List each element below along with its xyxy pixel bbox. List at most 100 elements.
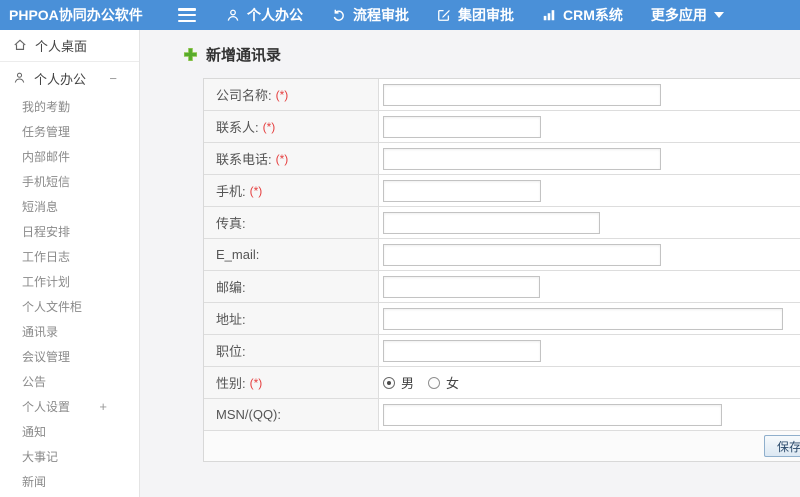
edit-icon [437, 8, 451, 22]
sidebar-item-label: 短消息 [22, 200, 59, 214]
field-label-text: MSN/(QQ): [216, 407, 281, 422]
radio-option-label: 男 [401, 376, 415, 391]
sidebar-item-label: 新闻 [22, 475, 47, 489]
sidebar-group-label: 个人办公 [34, 71, 87, 87]
sidebar-item-short-message[interactable]: 短消息 [0, 194, 139, 219]
gender-radio-男[interactable] [383, 376, 395, 389]
required-mark: (*) [249, 183, 263, 198]
form-row-email: E_mail: [204, 239, 800, 271]
field-value-msn-qq [379, 399, 800, 430]
sidebar-item-personal-settings[interactable]: 个人设置 + [0, 394, 139, 419]
field-label-text: 性别: [216, 376, 246, 391]
form-row-contact-person: 联系人: (*) [204, 111, 800, 143]
sidebar-item-label: 大事记 [22, 450, 59, 464]
sidebar-item-mobile-sms[interactable]: 手机短信 [0, 169, 139, 194]
sidebar-item-internal-mail[interactable]: 内部邮件 [0, 144, 139, 169]
sidebar-item-label: 任务管理 [22, 125, 71, 139]
field-label-zip-code: 邮编: [204, 271, 379, 302]
nav-item-more-apps[interactable]: 更多应用 [637, 0, 738, 30]
required-mark: (*) [275, 87, 289, 102]
nav-item-label: 流程审批 [353, 7, 409, 23]
field-value-position [379, 335, 800, 366]
save-button[interactable]: 保存信息 [763, 435, 800, 457]
sidebar-item-label: 工作计划 [22, 275, 71, 289]
sidebar-item-announcement[interactable]: 公告 [0, 369, 139, 394]
sidebar-item-meeting-management[interactable]: 会议管理 [0, 344, 139, 369]
sidebar-item-notification[interactable]: 通知 [0, 419, 139, 444]
fax-input[interactable] [383, 211, 600, 234]
field-label-text: 职位: [216, 344, 246, 359]
company-name-input[interactable] [383, 83, 661, 106]
sidebar-item-label: 日程安排 [22, 225, 71, 239]
form-row-fax: 传真: [204, 207, 800, 239]
sidebar-divider [0, 61, 139, 62]
nav-item-label: 更多应用 [650, 7, 707, 23]
contact-person-input[interactable] [383, 115, 541, 138]
sidebar-item-label: 个人文件柜 [22, 300, 83, 314]
sidebar-item-desktop[interactable]: 个人桌面 [0, 30, 139, 60]
app-logo: PHPOA协同办公软件 [9, 7, 143, 23]
required-mark: (*) [262, 119, 276, 134]
sidebar-item-label: 通知 [22, 425, 47, 439]
sidebar-item-label: 个人设置 [22, 400, 71, 414]
sidebar-item-label: 手机短信 [22, 175, 71, 189]
email-input[interactable] [383, 243, 661, 266]
field-label-text: E_mail: [216, 247, 260, 262]
field-label-email: E_mail: [204, 239, 379, 270]
caret-down-icon [713, 12, 724, 18]
form-row-zip-code: 邮编: [204, 271, 800, 303]
chart-icon [542, 8, 556, 22]
position-input[interactable] [383, 339, 541, 362]
collapse-icon[interactable]: − [109, 71, 117, 86]
mobile-input[interactable] [383, 179, 541, 202]
sidebar-item-label: 内部邮件 [22, 150, 71, 164]
field-label-gender: 性别: (*) [204, 367, 379, 398]
sidebar-item-work-log[interactable]: 工作日志 [0, 244, 139, 269]
topbar: PHPOA协同办公软件 个人办公 流程审批 集团审批 CRM系统 更多应用 [0, 0, 800, 30]
field-label-text: 地址: [216, 312, 246, 327]
contact-phone-input[interactable] [383, 147, 661, 170]
nav-item-label: CRM系统 [563, 7, 623, 23]
sidebar-item-my-attendance[interactable]: 我的考勤 [0, 94, 139, 119]
radio-option-label: 女 [446, 376, 460, 391]
expand-icon[interactable]: + [99, 399, 107, 414]
form-rows: 公司名称: (*) 联系人: (*) 联系电话: (*) 手机: (*) 传真: E_mail: 邮… [204, 79, 800, 431]
field-value-contact-person [379, 111, 800, 142]
sidebar-item-memorabilia[interactable]: 大事记 [0, 444, 139, 469]
field-label-msn-qq: MSN/(QQ): [204, 399, 379, 430]
hamburger-icon[interactable] [178, 8, 196, 22]
sidebar-item-label: 公告 [22, 375, 47, 389]
sidebar-item-personal-files[interactable]: 个人文件柜 [0, 294, 139, 319]
sidebar: 个人桌面 个人办公 − 我的考勤任务管理内部邮件手机短信短消息日程安排工作日志工… [0, 30, 140, 497]
nav-item-personal-office[interactable]: 个人办公 [212, 0, 317, 30]
msn-qq-input[interactable] [383, 403, 722, 426]
address-input[interactable] [383, 307, 783, 330]
sidebar-item-work-plan[interactable]: 工作计划 [0, 269, 139, 294]
field-label-company-name: 公司名称: (*) [204, 79, 379, 110]
field-label-fax: 传真: [204, 207, 379, 238]
field-label-text: 手机: [216, 184, 246, 199]
field-value-mobile [379, 175, 800, 206]
field-label-address: 地址: [204, 303, 379, 334]
sidebar-item-schedule[interactable]: 日程安排 [0, 219, 139, 244]
sidebar-menu: 我的考勤任务管理内部邮件手机短信短消息日程安排工作日志工作计划个人文件柜通讯录会… [0, 94, 139, 494]
sidebar-item-address-book[interactable]: 通讯录 [0, 319, 139, 344]
gender-radio-group: 男女 [383, 373, 467, 392]
nav-item-crm-system[interactable]: CRM系统 [528, 0, 637, 30]
sidebar-item-news[interactable]: 新闻 [0, 469, 139, 494]
form-row-msn-qq: MSN/(QQ): [204, 399, 800, 431]
nav-item-group-approval[interactable]: 集团审批 [423, 0, 528, 30]
sidebar-item-label: 个人桌面 [35, 38, 88, 54]
zip-code-input[interactable] [383, 275, 540, 298]
sidebar-item-task-management[interactable]: 任务管理 [0, 119, 139, 144]
field-label-text: 传真: [216, 216, 246, 231]
sidebar-item-label: 工作日志 [22, 250, 71, 264]
field-value-gender: 男女 [379, 367, 800, 398]
gender-radio-女[interactable] [428, 376, 441, 389]
form-row-address: 地址: [204, 303, 800, 335]
sidebar-group-personal-office[interactable]: 个人办公 − [0, 64, 139, 92]
field-label-position: 职位: [204, 335, 379, 366]
contact-form: 公司名称: (*) 联系人: (*) 联系电话: (*) 手机: (*) 传真: E_mail: 邮… [203, 78, 800, 462]
nav-item-process-approval[interactable]: 流程审批 [317, 0, 423, 30]
user-icon [13, 71, 26, 85]
